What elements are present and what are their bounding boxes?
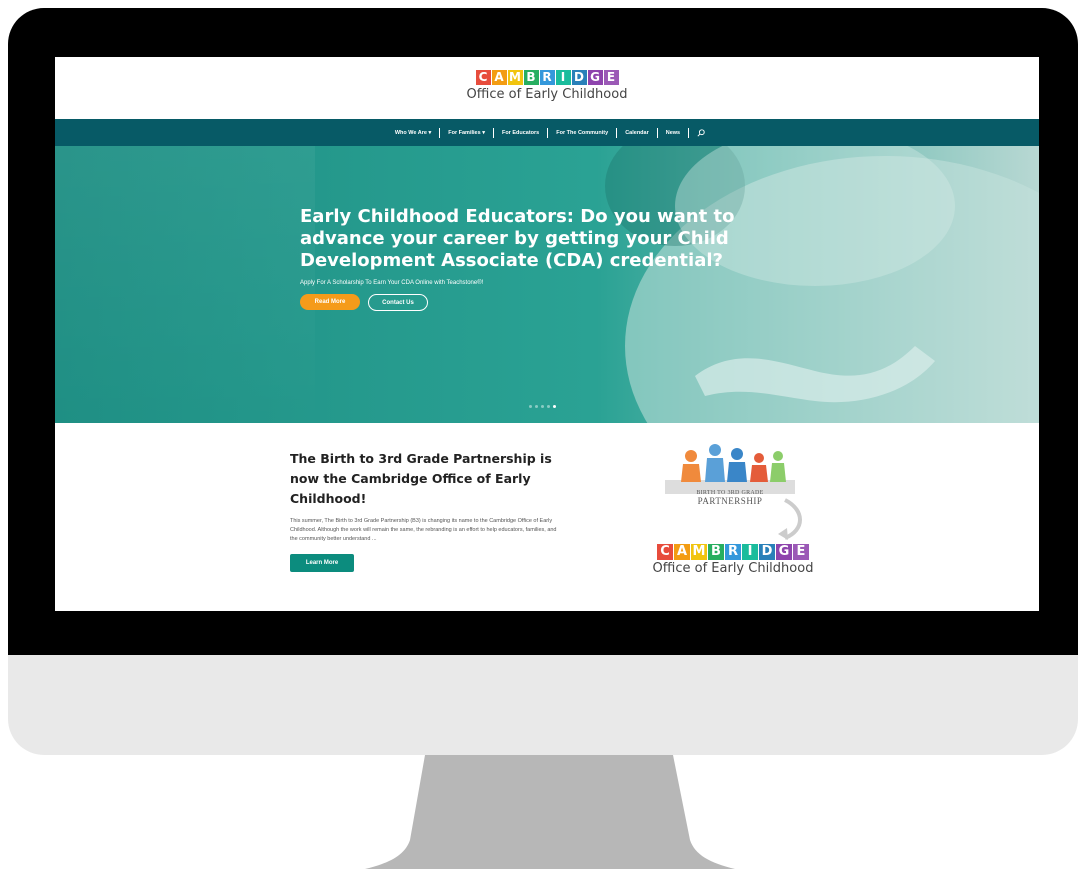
logo-letter: I — [555, 70, 571, 85]
search-icon[interactable] — [695, 128, 707, 138]
chevron-down-icon: ▾ — [428, 129, 432, 136]
nav-who-we-are[interactable]: Who We Are ▾ — [387, 130, 439, 136]
slider-dot[interactable] — [547, 405, 550, 408]
logo-letter: B — [708, 544, 724, 560]
hero-slider: Early Childhood Educators: Do you want t… — [55, 146, 1039, 423]
logo-letters: CAMBRIDGE — [475, 70, 619, 85]
news-body: This summer, The Birth to 3rd Grade Part… — [290, 518, 557, 542]
logo-letter: D — [571, 70, 587, 85]
main-nav: Who We Are ▾ For Families ▾ For Educator… — [55, 119, 1039, 146]
nav-for-the-community[interactable]: For The Community — [548, 130, 616, 136]
logo-letter: I — [742, 544, 758, 560]
logo-letter: M — [691, 544, 707, 560]
slider-dot[interactable] — [535, 405, 538, 408]
logo-letter: E — [603, 70, 619, 85]
logo-letter: G — [587, 70, 603, 85]
nav-divider — [688, 127, 690, 138]
nav-for-families[interactable]: For Families ▾ — [440, 130, 493, 136]
monitor-chin — [8, 655, 1078, 755]
b3-line2: PARTNERSHIP — [697, 496, 763, 506]
learn-more-button[interactable]: Learn More — [290, 554, 354, 572]
news-section: The Birth to 3rd Grade Partnership is no… — [290, 449, 560, 572]
hero-title: Early Childhood Educators: Do you want t… — [300, 206, 735, 271]
browser-screen: CAMBRIDGE Office of Early Childhood Who … — [55, 57, 1039, 611]
nav-news[interactable]: News — [658, 130, 688, 136]
read-more-button[interactable]: Read More — [300, 294, 360, 310]
site-header: CAMBRIDGE Office of Early Childhood — [55, 57, 1039, 119]
hero-subtitle: Apply For A Scholarship To Earn Your CDA… — [300, 280, 484, 286]
cambridge-logo-secondary: CAMBRIDGE Office of Early Childhood — [643, 542, 823, 576]
slider-dot[interactable] — [553, 405, 556, 408]
nav-calendar[interactable]: Calendar — [617, 130, 657, 136]
logo-letters: CAMBRIDGE — [657, 544, 809, 560]
logo-letter: R — [725, 544, 741, 560]
logo-letter: A — [491, 70, 507, 85]
slider-dots — [529, 405, 556, 408]
logo-letter: C — [475, 70, 491, 85]
logo-subtitle: Office of Early Childhood — [466, 87, 628, 102]
logo-letter: E — [793, 544, 809, 560]
logo-letter: M — [507, 70, 523, 85]
monitor-stand — [365, 755, 735, 869]
nav-for-educators[interactable]: For Educators — [494, 130, 547, 136]
b3-text: BIRTH TO 3RD GRADE PARTNERSHIP — [675, 490, 785, 506]
logo-letter: D — [759, 544, 775, 560]
hero-buttons: Read More Contact Us — [300, 294, 760, 311]
contact-us-button[interactable]: Contact Us — [368, 294, 428, 311]
site-logo[interactable]: CAMBRIDGE Office of Early Childhood — [55, 68, 1039, 102]
logo-letter: A — [674, 544, 690, 560]
logo-letter: G — [776, 544, 792, 560]
logo-subtitle: Office of Early Childhood — [652, 561, 814, 576]
nav-label: For Families — [448, 129, 481, 136]
nav-label: Who We Are — [394, 129, 427, 136]
chevron-down-icon: ▾ — [482, 129, 485, 136]
logo-letter: C — [657, 544, 673, 560]
hero-content: Early Childhood Educators: Do you want t… — [300, 206, 760, 311]
logo-letter: B — [523, 70, 539, 85]
logo-letter: R — [539, 70, 555, 85]
slider-dot[interactable] — [529, 405, 532, 408]
news-title: The Birth to 3rd Grade Partnership is no… — [290, 451, 552, 506]
slider-dot[interactable] — [541, 405, 544, 408]
